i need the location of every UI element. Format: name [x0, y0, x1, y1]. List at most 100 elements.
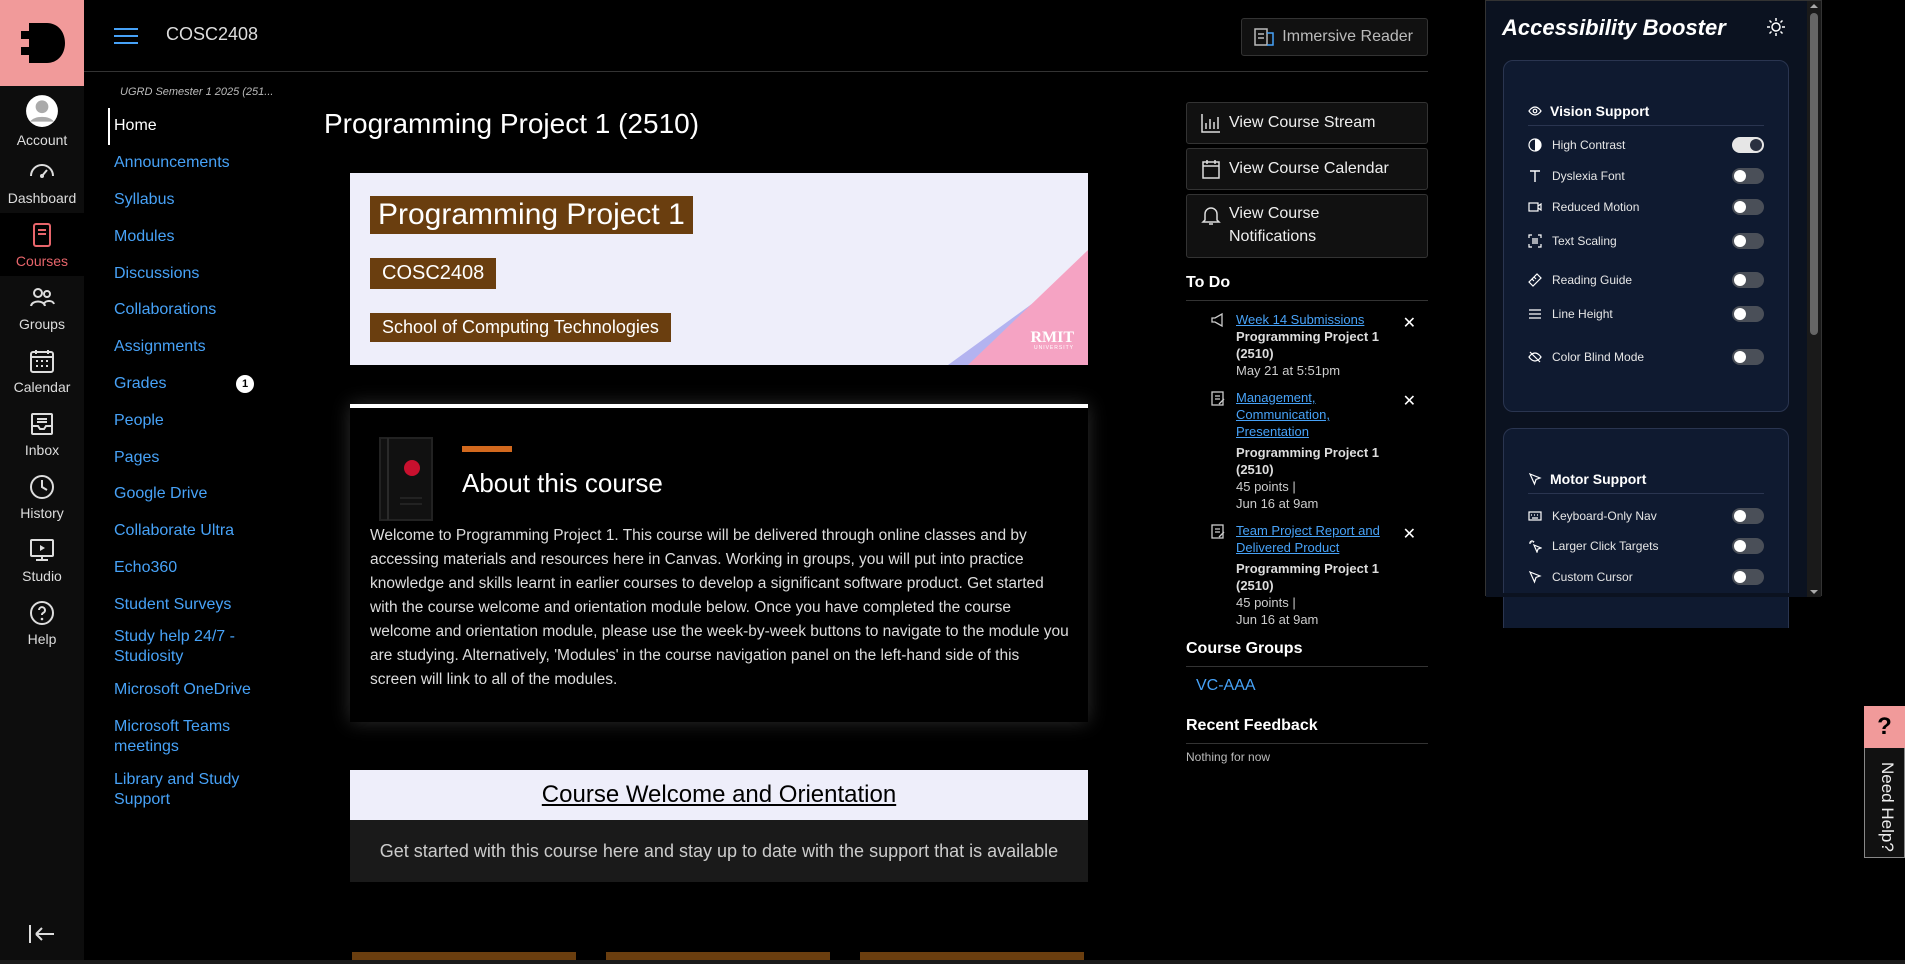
option-label: Keyboard-Only Nav	[1552, 509, 1657, 523]
scroll-down-icon	[1810, 590, 1818, 594]
dyslexia-font-toggle[interactable]	[1732, 168, 1764, 184]
nav-history[interactable]: History	[0, 465, 84, 528]
scrollbar-thumb[interactable]	[1810, 13, 1818, 335]
view-course-notifications-button[interactable]: View Course Notifications	[1186, 194, 1428, 258]
motor-support-heading: Motor Support	[1528, 471, 1646, 487]
vision-support-label: Vision Support	[1550, 103, 1650, 119]
canvas-logo[interactable]	[0, 0, 84, 86]
keyboard-icon	[1528, 511, 1542, 521]
todo-title-link[interactable]: Team Project Report and Delivered Produc…	[1236, 522, 1396, 556]
course-nav-teams[interactable]: Microsoft Teams meetings	[84, 708, 274, 766]
reduced-motion-toggle[interactable]	[1732, 199, 1764, 215]
collapse-nav-button[interactable]	[28, 923, 56, 950]
option-high-contrast: High Contrast	[1528, 137, 1764, 153]
option-label: Text Scaling	[1552, 234, 1617, 248]
todo-item: Management, Communication, Presentation …	[1186, 379, 1428, 512]
course-group-link[interactable]: VC-AAA	[1186, 667, 1428, 695]
text-scaling-toggle[interactable]	[1732, 233, 1764, 249]
nav-inbox[interactable]: Inbox	[0, 402, 84, 465]
inbox-icon	[31, 412, 53, 435]
todo-meta: May 21 at 5:51pm	[1236, 363, 1341, 378]
course-nav-people[interactable]: People	[84, 402, 274, 439]
line-height-toggle[interactable]	[1732, 306, 1764, 322]
todo-title-link[interactable]: Week 14 Submissions	[1236, 311, 1396, 328]
term-label: UGRD Semester 1 2025 (251...	[120, 86, 274, 98]
page-title: Programming Project 1 (2510)	[324, 108, 700, 139]
course-nav-echo360[interactable]: Echo360	[84, 550, 274, 587]
larger-click-targets-toggle[interactable]	[1732, 538, 1764, 554]
nav-calendar-label: Calendar	[13, 378, 71, 395]
welcome-link[interactable]: Course Welcome and Orientation	[542, 781, 896, 809]
course-nav-onedrive[interactable]: Microsoft OneDrive	[84, 671, 274, 708]
view-course-stream-button[interactable]: View Course Stream	[1186, 102, 1428, 144]
view-course-calendar-button[interactable]: View Course Calendar	[1186, 148, 1428, 190]
about-heading: About this course	[462, 468, 663, 498]
ruler-icon	[1528, 273, 1542, 287]
course-nav-student-surveys[interactable]: Student Surveys	[84, 586, 274, 623]
course-nav-google-drive[interactable]: Google Drive	[84, 476, 274, 513]
todo-title-link[interactable]: Management, Communication, Presentation	[1236, 389, 1396, 440]
option-label: Dyslexia Font	[1552, 169, 1625, 183]
high-contrast-toggle[interactable]	[1732, 137, 1764, 153]
accessibility-title: Accessibility Booster	[1502, 15, 1726, 40]
panel-scrollbar[interactable]	[1807, 1, 1821, 597]
type-icon	[1530, 170, 1540, 182]
course-banner: Programming Project 1 COSC2408 School of…	[350, 173, 1088, 365]
course-nav-home[interactable]: Home	[108, 108, 274, 145]
dismiss-todo-button[interactable]: ✕	[1403, 313, 1416, 333]
groups-icon	[30, 287, 55, 306]
course-nav-modules[interactable]: Modules	[84, 218, 274, 255]
dismiss-todo-button[interactable]: ✕	[1403, 391, 1416, 411]
course-nav-discussions[interactable]: Discussions	[84, 255, 274, 292]
assignment-icon	[1211, 391, 1225, 406]
immersive-reader-button[interactable]: Immersive Reader	[1241, 18, 1428, 56]
todo-meta: Jun 16 at 9am	[1236, 612, 1319, 627]
reading-guide-toggle[interactable]	[1732, 272, 1764, 288]
course-nav-studiosity[interactable]: Study help 24/7 - Studiosity	[84, 623, 274, 671]
course-sidebar: View Course Stream View Course Calendar …	[1186, 102, 1428, 764]
nav-groups[interactable]: Groups	[0, 276, 84, 339]
recent-feedback-heading: Recent Feedback	[1186, 717, 1428, 744]
help-question-icon[interactable]: ?	[1864, 706, 1905, 748]
need-help-widget[interactable]: ? Need Help?	[1864, 706, 1905, 858]
main-content: Programming Project 1 (2510) Programming…	[324, 108, 1104, 962]
nav-account[interactable]: Account	[0, 92, 84, 150]
course-nav-library[interactable]: Library and Study Support	[84, 766, 274, 814]
course-nav-assignments[interactable]: Assignments	[84, 329, 274, 366]
need-help-tab[interactable]: Need Help?	[1864, 748, 1905, 858]
course-nav-syllabus[interactable]: Syllabus	[84, 182, 274, 219]
color-blind-mode-toggle[interactable]	[1732, 349, 1764, 365]
todo-meta: 45 points |	[1236, 479, 1296, 494]
video-icon	[1528, 202, 1542, 212]
need-help-label: Need Help?	[1878, 762, 1897, 852]
nav-studio[interactable]: Studio	[0, 528, 84, 591]
nav-dashboard[interactable]: Dashboard	[0, 150, 84, 213]
scroll-up-icon	[1810, 4, 1818, 8]
nav-courses[interactable]: Courses	[0, 213, 84, 276]
hamburger-menu-button[interactable]	[114, 26, 138, 51]
vision-support-heading: Vision Support	[1528, 103, 1649, 119]
rmit-logo-text: RMIT	[1030, 329, 1074, 346]
book-icon	[379, 437, 433, 521]
nav-studio-label: Studio	[22, 567, 62, 584]
dashboard-icon	[30, 163, 54, 178]
course-nav-collaborations[interactable]: Collaborations	[84, 292, 274, 329]
dismiss-todo-button[interactable]: ✕	[1403, 524, 1416, 544]
course-nav-collaborate-ultra[interactable]: Collaborate Ultra	[84, 513, 274, 550]
help-icon	[30, 600, 54, 625]
option-custom-cursor: Custom Cursor	[1528, 569, 1764, 585]
breadcrumb-course-code[interactable]: COSC2408	[166, 24, 258, 45]
todo-course: Programming Project 1 (2510)	[1236, 445, 1380, 477]
nav-calendar[interactable]: Calendar	[0, 339, 84, 402]
course-nav-announcements[interactable]: Announcements	[84, 145, 274, 182]
course-nav-grades[interactable]: Grades 1	[84, 366, 274, 403]
studio-icon	[30, 538, 54, 561]
course-header: COSC2408 Immersive Reader	[84, 0, 1428, 72]
option-text-scaling: Text Scaling	[1528, 233, 1764, 249]
nav-help[interactable]: Help	[0, 591, 84, 654]
theme-toggle-icon[interactable]	[1766, 17, 1786, 37]
keyboard-only-nav-toggle[interactable]	[1732, 508, 1764, 524]
custom-cursor-toggle[interactable]	[1732, 569, 1764, 585]
cursor-icon	[1528, 570, 1542, 584]
course-nav-pages[interactable]: Pages	[84, 439, 274, 476]
